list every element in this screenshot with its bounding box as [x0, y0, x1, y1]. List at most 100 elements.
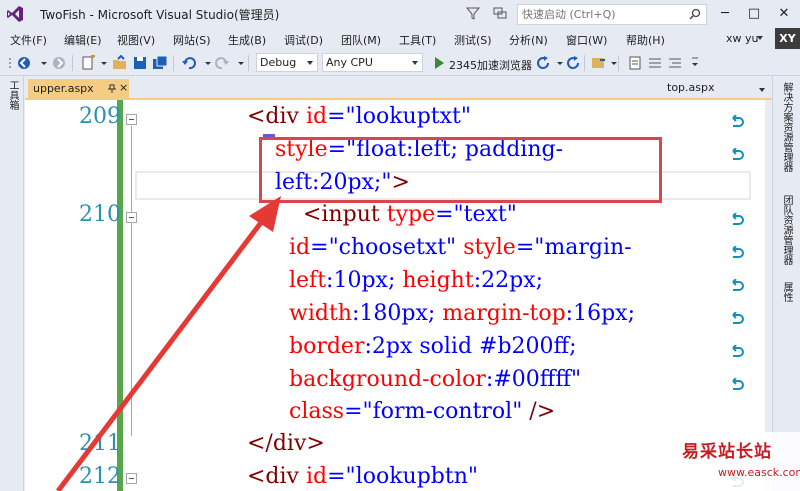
- uncomment-lines-icon[interactable]: [667, 55, 683, 71]
- filter-icon[interactable]: [466, 6, 480, 20]
- menu-edit[interactable]: 编辑(E): [64, 32, 102, 48]
- save-all-icon[interactable]: [152, 55, 168, 71]
- close-icon[interactable]: ×: [119, 81, 128, 94]
- left-tool-strip: [0, 76, 24, 491]
- collapse-toggle[interactable]: [126, 114, 137, 125]
- code-token: "choosetxt": [328, 235, 464, 260]
- code-token: =: [327, 464, 346, 489]
- outline-line: [131, 126, 132, 436]
- code-token: :10px;: [326, 268, 403, 293]
- word-wrap-icon: [732, 378, 744, 390]
- menu-view[interactable]: 视图(V): [117, 32, 155, 48]
- configuration-dropdown[interactable]: Debug: [256, 53, 318, 72]
- code-token: />: [522, 399, 556, 424]
- toolbar-separator: [173, 55, 174, 71]
- code-line: <input type="text": [303, 202, 517, 227]
- code-token: id: [305, 104, 328, 129]
- navigate-back-icon[interactable]: [16, 55, 32, 71]
- code-token: id: [305, 464, 328, 489]
- toolbar-separator: [584, 55, 585, 71]
- pin-icon[interactable]: [108, 84, 116, 93]
- redo-icon[interactable]: [214, 55, 230, 71]
- word-wrap-icon: [732, 246, 744, 258]
- line-number: 212: [79, 464, 121, 489]
- code-token: =: [435, 202, 454, 227]
- save-icon[interactable]: [132, 55, 148, 71]
- watermark-url: www.easck.com: [718, 466, 800, 479]
- menu-debug[interactable]: 调试(D): [284, 32, 323, 48]
- code-token: :#00ffff": [485, 367, 582, 392]
- code-token: =: [344, 399, 363, 424]
- tab-top-aspx[interactable]: top.aspx: [667, 81, 715, 94]
- menu-tools[interactable]: 工具(T): [399, 32, 436, 48]
- properties-tab[interactable]: 属性: [778, 282, 794, 302]
- code-token: :2px solid #b200ff;: [364, 334, 577, 359]
- minimize-button[interactable]: ─: [713, 4, 737, 24]
- refresh-icon[interactable]: [535, 55, 551, 71]
- menu-window[interactable]: 窗口(W): [566, 32, 607, 48]
- search-icon[interactable]: [689, 8, 701, 20]
- toolbar-separator: [72, 55, 73, 71]
- code-token: left: [289, 268, 327, 293]
- tab-upper-aspx[interactable]: upper.aspx ×: [28, 79, 129, 98]
- menu-file[interactable]: 文件(F): [10, 32, 47, 48]
- code-line: border:2px solid #b200ff;: [289, 334, 577, 359]
- code-token: "form-control": [362, 399, 523, 424]
- chevron-down-icon[interactable]: [757, 36, 763, 40]
- word-wrap-icon: [732, 312, 744, 324]
- document-icon[interactable]: [627, 55, 643, 71]
- platform-dropdown[interactable]: Any CPU: [322, 53, 423, 72]
- run-target-button[interactable]: 2345加速浏览器: [449, 57, 532, 73]
- menu-test[interactable]: 测试(S): [454, 32, 492, 48]
- menu-team[interactable]: 团队(M): [341, 32, 381, 48]
- quick-launch-input[interactable]: [522, 7, 682, 22]
- avatar[interactable]: XY: [775, 28, 800, 49]
- start-debugging-icon[interactable]: [431, 55, 447, 71]
- user-name[interactable]: xw yu: [726, 32, 758, 45]
- code-token: type: [386, 202, 436, 227]
- dropdown-arrow-icon[interactable]: [233, 55, 249, 71]
- toolbar-separator: [618, 55, 619, 71]
- dropdown-arrow-icon[interactable]: [96, 55, 112, 71]
- word-wrap-icon: [732, 345, 744, 357]
- code-line: id="choosetxt" style="margin-: [289, 235, 632, 260]
- maximize-button[interactable]: □: [742, 4, 766, 24]
- quick-launch[interactable]: [517, 4, 707, 25]
- word-wrap-icon: [732, 213, 744, 225]
- refresh-linked-icon[interactable]: [565, 55, 581, 71]
- open-file-icon[interactable]: [112, 55, 128, 71]
- feedback-icon[interactable]: [492, 5, 508, 21]
- close-button[interactable]: ✕: [772, 4, 796, 24]
- code-token: "lookupbtn": [345, 464, 478, 489]
- menu-help[interactable]: 帮助(H): [626, 32, 665, 48]
- code-line: width:180px; margin-top:16px;: [289, 301, 635, 326]
- code-line: background-color:#00ffff": [289, 367, 581, 392]
- menu-website[interactable]: 网站(S): [173, 32, 211, 48]
- chevron-down-icon[interactable]: [759, 88, 765, 92]
- navigate-forward-icon[interactable]: [51, 55, 67, 71]
- team-explorer-tab[interactable]: 团队资源管理器: [778, 195, 794, 265]
- code-token: <div: [247, 104, 306, 129]
- solution-explorer-tab[interactable]: 解决方案资源管理器: [778, 82, 794, 172]
- dropdown-arrow-icon[interactable]: [36, 55, 52, 71]
- toolbar-overflow-icon[interactable]: [687, 55, 703, 71]
- watermark-title: 易采站长站: [682, 442, 772, 462]
- comment-lines-icon[interactable]: [647, 55, 663, 71]
- menu-analyze[interactable]: 分析(N): [509, 32, 548, 48]
- collapse-toggle[interactable]: [126, 212, 137, 223]
- bookmark-icon[interactable]: [590, 55, 606, 71]
- collapse-toggle[interactable]: [126, 473, 137, 484]
- code-token: :22px;: [473, 268, 543, 293]
- word-wrap-icon: [732, 148, 744, 160]
- word-wrap-icon: [732, 115, 744, 127]
- code-token: =: [310, 235, 329, 260]
- code-token: width: [289, 301, 352, 326]
- code-token: id: [289, 235, 311, 260]
- undo-icon[interactable]: [181, 55, 197, 71]
- new-project-icon[interactable]: [80, 55, 96, 71]
- menu-bar: 文件(F) 编辑(E) 视图(V) 网站(S) 生成(B) 调试(D) 团队(M…: [0, 28, 800, 50]
- menu-build[interactable]: 生成(B): [228, 32, 266, 48]
- window-title: TwoFish - Microsoft Visual Studio(管理员): [40, 8, 280, 22]
- dropdown-arrow-icon[interactable]: [606, 55, 622, 71]
- toolbox-tab[interactable]: 工具箱: [4, 80, 20, 110]
